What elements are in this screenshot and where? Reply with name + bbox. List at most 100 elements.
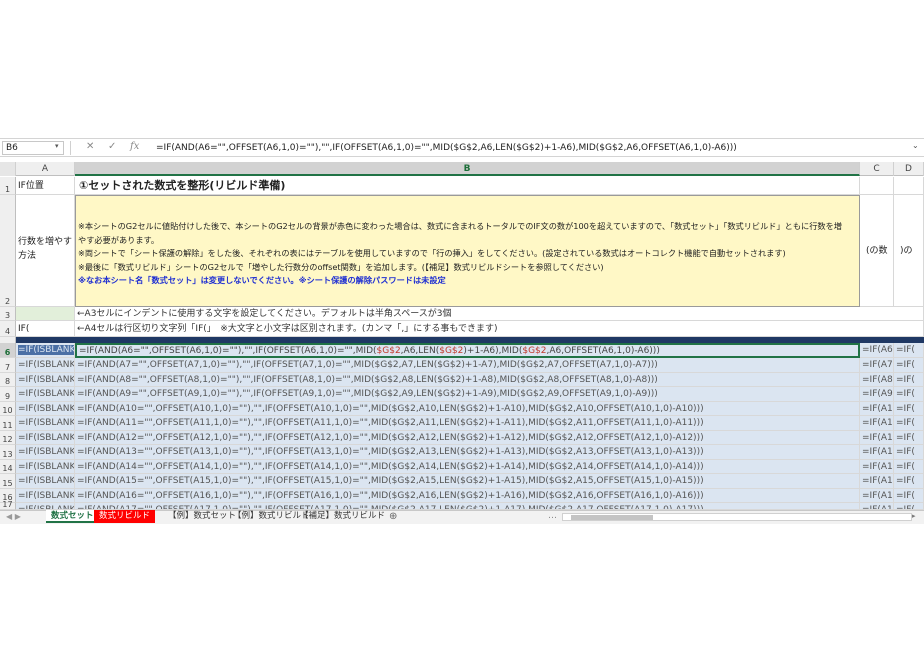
- row-header[interactable]: 12: [0, 430, 16, 445]
- enter-icon[interactable]: ✓: [108, 140, 116, 154]
- table-cell-b[interactable]: =IF(AND(A11="",OFFSET(A11,1,0)=""),"",IF…: [75, 416, 860, 431]
- column-header-a[interactable]: A: [16, 162, 75, 176]
- row-header[interactable]: 11: [0, 416, 16, 431]
- cell-d6[interactable]: =IF(: [894, 343, 924, 358]
- table-cell-b[interactable]: =IF(AND(A8="",OFFSET(A8,1,0)=""),"",IF(O…: [75, 372, 860, 387]
- row-header-2[interactable]: 2: [0, 195, 16, 307]
- table-cell-c[interactable]: =IF(A8<: [860, 372, 894, 387]
- table-cell-a[interactable]: =IF(ISBLANK(: [16, 503, 75, 510]
- formula-input[interactable]: =IF(AND(A6="",OFFSET(A6,1,0)=""),"",IF(O…: [156, 141, 906, 155]
- cell-a6[interactable]: =IF(ISBLANK(: [16, 343, 75, 358]
- column-header-c[interactable]: C: [860, 162, 894, 176]
- note-line: ※最後に「数式リビルド」シートのG2セルで「増やした行数分のoffset関数」を…: [78, 261, 604, 272]
- cell-b4[interactable]: ←A4セルは行区切り文字列「IF(」 ※大文字と小文字は区別されます。(カンマ「…: [75, 321, 924, 337]
- table-cell-a[interactable]: =IF(ISBLANK(: [16, 445, 75, 460]
- table-cell-b[interactable]: =IF(AND(A14="",OFFSET(A14,1,0)=""),"",IF…: [75, 459, 860, 474]
- chevron-down-icon[interactable]: ▾: [55, 142, 59, 150]
- table-cell-d[interactable]: =IF(: [894, 445, 924, 460]
- cell-a4[interactable]: IF(: [16, 321, 75, 337]
- table-cell-b[interactable]: =IF(AND(A12="",OFFSET(A12,1,0)=""),"",IF…: [75, 430, 860, 445]
- table-cell-c[interactable]: =IF(A14<: [860, 459, 894, 474]
- table-cell-a[interactable]: =IF(ISBLANK(: [16, 474, 75, 489]
- row-header-3[interactable]: 3: [0, 307, 16, 321]
- table-cell-b[interactable]: =IF(AND(A15="",OFFSET(A15,1,0)=""),"",IF…: [75, 474, 860, 489]
- table-cell-a[interactable]: =IF(ISBLANK(: [16, 372, 75, 387]
- table-cell-b[interactable]: =IF(AND(A7="",OFFSET(A7,1,0)=""),"",IF(O…: [75, 358, 860, 373]
- table-cell-a[interactable]: =IF(ISBLANK(: [16, 459, 75, 474]
- table-cell-c[interactable]: =IF(A9<: [860, 387, 894, 402]
- table-cell-c[interactable]: =IF(A7<: [860, 358, 894, 373]
- cell-b3[interactable]: ←A3セルにインデントに使用する文字を設定してください。デフォルトは半角スペース…: [75, 307, 924, 321]
- table-cell-c[interactable]: =IF(A15<: [860, 474, 894, 489]
- row-header[interactable]: 13: [0, 445, 16, 460]
- note-line: ※本シートのG2セルに値貼付けした後で、本シートのG2セルの背景が赤色に変わった…: [78, 221, 842, 231]
- table-cell-a[interactable]: =IF(ISBLANK(: [16, 401, 75, 416]
- table-cell-d[interactable]: =IF(: [894, 503, 924, 510]
- table-cell-a[interactable]: =IF(ISBLANK(: [16, 387, 75, 402]
- expand-formula-bar-icon[interactable]: ⌄: [912, 141, 919, 150]
- cell-c2[interactable]: (の数: [860, 195, 894, 307]
- more-tabs-icon[interactable]: …: [548, 510, 557, 523]
- row-header-1[interactable]: 1: [0, 177, 16, 195]
- table-cell-c[interactable]: =IF(A12<: [860, 430, 894, 445]
- row-header[interactable]: 9: [0, 387, 16, 402]
- table-cell-d[interactable]: =IF(: [894, 372, 924, 387]
- table-cell-d[interactable]: =IF(: [894, 416, 924, 431]
- table-cell-a[interactable]: =IF(ISBLANK(: [16, 358, 75, 373]
- horizontal-scrollbar[interactable]: [562, 513, 912, 521]
- table-cell-b[interactable]: =IF(AND(A13="",OFFSET(A13,1,0)=""),"",IF…: [75, 445, 860, 460]
- column-header-b[interactable]: B: [75, 162, 860, 176]
- table-cell-d[interactable]: =IF(: [894, 474, 924, 489]
- insert-function-icon[interactable]: fx: [130, 140, 139, 154]
- table-cell-d[interactable]: =IF(: [894, 358, 924, 373]
- row-header[interactable]: 14: [0, 459, 16, 474]
- table-cell-b[interactable]: =IF(AND(A9="",OFFSET(A9,1,0)=""),"",IF(O…: [75, 387, 860, 402]
- table-cell-a[interactable]: =IF(ISBLANK(: [16, 488, 75, 503]
- tab-formula-set[interactable]: 数式セット: [46, 510, 99, 523]
- note-line: やす必要があります。: [78, 234, 160, 245]
- table-cell-c[interactable]: =IF(A13<: [860, 445, 894, 460]
- scrollbar-thumb[interactable]: [571, 515, 653, 520]
- table-cell-a[interactable]: =IF(ISBLANK(: [16, 416, 75, 431]
- row-header[interactable]: 10: [0, 401, 16, 416]
- table-cell-b[interactable]: =IF(AND(A10="",OFFSET(A10,1,0)=""),"",IF…: [75, 401, 860, 416]
- table-cell-c[interactable]: =IF(A10<: [860, 401, 894, 416]
- tab-supplement-formula-rebuild[interactable]: 【補足】数式リビルド: [295, 510, 390, 523]
- tab-formula-rebuild[interactable]: 数式リビルド: [94, 510, 156, 523]
- cell-a3[interactable]: [16, 307, 75, 321]
- table-cell-b[interactable]: =IF(AND(A17="",OFFSET(A17,1,0)=""),"",IF…: [75, 503, 860, 510]
- cell-a1[interactable]: IF位置: [16, 177, 75, 195]
- cancel-icon[interactable]: ✕: [86, 140, 94, 154]
- column-header-d[interactable]: D: [894, 162, 924, 176]
- cell-b1[interactable]: ①セットされた数式を整形(リビルド準備): [75, 177, 860, 195]
- cell-a2[interactable]: 行数を増やす方法: [16, 195, 75, 307]
- row-header[interactable]: 8: [0, 372, 16, 387]
- scroll-right-icon[interactable]: ▸: [912, 510, 916, 523]
- row-header[interactable]: 7: [0, 358, 16, 373]
- row-header-6[interactable]: 6: [0, 343, 16, 358]
- note-line: ※両シートで「シート保護の解除」をした後、それぞれの表にはテーブルを使用していま…: [78, 248, 786, 258]
- select-all-corner[interactable]: [0, 162, 16, 176]
- cell-c1[interactable]: [860, 177, 894, 195]
- tab-scroll-icon[interactable]: ◀ ▶: [6, 510, 21, 523]
- cell-c6[interactable]: =IF(A6<: [860, 343, 894, 358]
- cell-d1[interactable]: [894, 177, 924, 195]
- cell-d2[interactable]: )の: [894, 195, 924, 307]
- table-cell-d[interactable]: =IF(: [894, 459, 924, 474]
- table-cell-c[interactable]: =IF(A11<: [860, 416, 894, 431]
- row-header-4[interactable]: 4: [0, 321, 16, 337]
- table-cell-d[interactable]: =IF(: [894, 430, 924, 445]
- table-cell-d[interactable]: =IF(: [894, 387, 924, 402]
- table-cell-a[interactable]: =IF(ISBLANK(: [16, 430, 75, 445]
- table-cell-d[interactable]: =IF(: [894, 488, 924, 503]
- add-sheet-icon[interactable]: ⊕: [389, 510, 397, 523]
- table-cell-d[interactable]: =IF(: [894, 401, 924, 416]
- row-header[interactable]: 17: [0, 500, 16, 510]
- table-cell-b[interactable]: =IF(AND(A16="",OFFSET(A16,1,0)=""),"",IF…: [75, 488, 860, 503]
- cell-a6-text: =IF(ISBLANK(: [18, 345, 74, 355]
- table-cell-c[interactable]: =IF(A16<: [860, 488, 894, 503]
- table-cell-c[interactable]: =IF(A17<: [860, 503, 894, 510]
- cell-b2-notes[interactable]: ※本シートのG2セルに値貼付けした後で、本シートのG2セルの背景が赤色に変わった…: [75, 195, 860, 307]
- cell-b6-active[interactable]: =IF(AND(A6="",OFFSET(A6,1,0)=""),"",IF(O…: [75, 343, 860, 358]
- row-header[interactable]: 15: [0, 474, 16, 489]
